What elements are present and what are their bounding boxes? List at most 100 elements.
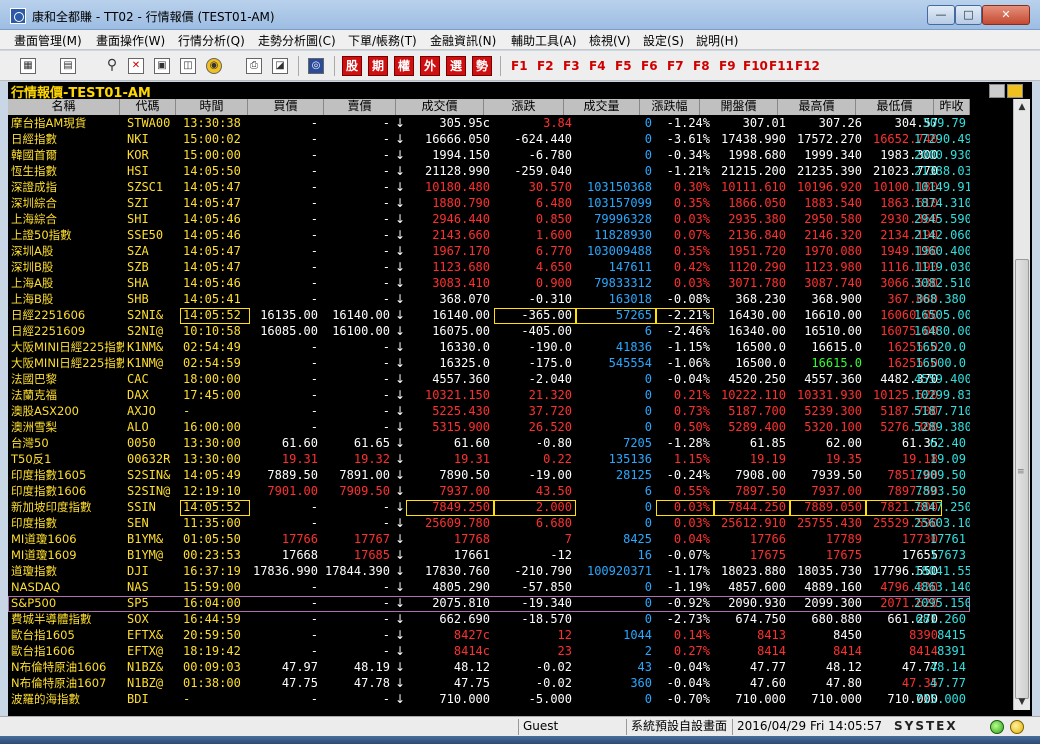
close-window-icon[interactable]: ✕: [128, 58, 144, 74]
f5-key[interactable]: F5: [615, 59, 632, 73]
table-row[interactable]: N布倫特原油1607 N1BZ@ 01:38:00 47.75 47.78 47.75 -0…: [8, 676, 970, 692]
f6-key[interactable]: F6: [641, 59, 658, 73]
restore-panel-icon[interactable]: [989, 84, 1005, 98]
table-row[interactable]: 台灣50 0050 13:30:00 61.60 61.65 61.60 -0.80 7205…: [8, 436, 970, 452]
table-row[interactable]: N布倫特原油1606 N1BZ& 00:09:03 47.97 48.19 48.12 -0…: [8, 660, 970, 676]
menu-screen-operate[interactable]: 畫面操作(W): [96, 32, 165, 49]
globe-icon[interactable]: ◉: [206, 58, 222, 74]
vertical-scrollbar[interactable]: ▲ ≡ ▼: [1013, 99, 1030, 710]
column-header[interactable]: 買價: [248, 99, 324, 115]
column-header[interactable]: 賣價: [324, 99, 396, 115]
table-row[interactable]: 深圳綜合 SZI 14:05:47 - - 1880.790 6.480 103157099 0…: [8, 196, 970, 212]
table-row[interactable]: 澳洲雪梨 ALO 16:00:00 - - 5315.900 26.520 0 0.50% 528…: [8, 420, 970, 436]
table-row[interactable]: 新加坡印度指數 SSIN 14:05:52 - - 7849.250 2.000 0 0.03%…: [8, 500, 970, 516]
table-row[interactable]: 深圳B股 SZB 14:05:47 - - 1123.680 4.650 147611 0.42…: [8, 260, 970, 276]
f4-key[interactable]: F4: [589, 59, 606, 73]
close-button[interactable]: ✕: [982, 5, 1030, 25]
menu-quote-analysis[interactable]: 行情分析(Q): [178, 32, 245, 49]
table-row[interactable]: 上證50指數 SSE50 14:05:46 - - 2143.660 1.600 118289…: [8, 228, 970, 244]
table-row[interactable]: 大阪MINI日經225指數 K1NM@ 02:54:59 - - 16325.0 -175.…: [8, 356, 970, 372]
table-row[interactable]: MI道瓊1606 B1YM& 01:05:50 17766 17767 17768 7 842…: [8, 532, 970, 548]
menu-screen-manage[interactable]: 畫面管理(M): [14, 32, 82, 49]
table-row[interactable]: 歐台指1606 EFTX@ 18:19:42 - - 8414c 23 2 0.27% 8414 8…: [8, 644, 970, 660]
column-header[interactable]: 最高價: [778, 99, 856, 115]
title-bar[interactable]: 康和全都賺 - TT02 - 行情報價 (TEST01-AM) — □ ✕: [0, 0, 1040, 30]
table-row[interactable]: 深證成指 SZSC1 14:05:47 - - 10180.480 30.570 103150…: [8, 180, 970, 196]
f1-key[interactable]: F1: [511, 59, 528, 73]
trend-button[interactable]: 勢: [472, 56, 492, 76]
table-row[interactable]: 波羅的海指數 BDI - - - 710.000 -5.000 0 -0.70% 710.000 7…: [8, 692, 970, 708]
scroll-thumb[interactable]: [1015, 259, 1029, 699]
f10-key[interactable]: F10: [743, 59, 768, 73]
column-header[interactable]: 名稱: [8, 99, 120, 115]
table-row[interactable]: 法蘭克福 DAX 17:45:00 - - 10321.150 21.320 0 0.21% 10…: [8, 388, 970, 404]
table-row[interactable]: 法國巴黎 CAC 18:00:00 - - 4557.360 -2.040 0 -0.04% 45…: [8, 372, 970, 388]
foreign-button[interactable]: 外: [420, 56, 440, 76]
table-row[interactable]: 印度指數1606 S2SIN@ 12:19:10 7901.00 7909.50 7937…: [8, 484, 970, 500]
cell-time: 14:05:46: [183, 276, 241, 290]
table-row[interactable]: 上海A股 SHA 14:05:46 - - 3083.410 0.900 79833312 0.…: [8, 276, 970, 292]
table-row[interactable]: 澳股ASX200 AXJO - - - 5225.430 37.720 0 0.73% 5187.…: [8, 404, 970, 420]
document-icon[interactable]: ▤: [60, 58, 76, 74]
column-header[interactable]: 成交量: [564, 99, 640, 115]
table-row[interactable]: 道瓊指數 DJI 16:37:19 17836.990 17844.390 17830.7…: [8, 564, 970, 580]
table-row[interactable]: 摩台指AM現貨 STWA00 13:30:38 - - 305.95c 3.84 0 -1.24…: [8, 116, 970, 132]
column-header[interactable]: 漲跌: [484, 99, 564, 115]
column-header[interactable]: 開盤價: [700, 99, 778, 115]
table-row[interactable]: 恆生指數 HSI 14:05:50 - - 21128.990 -259.040 0 -1.21…: [8, 164, 970, 180]
table-row[interactable]: 日經2251609 S2NI@ 10:10:58 16085.00 16100.00 16…: [8, 324, 970, 340]
column-header[interactable]: 最低價: [856, 99, 934, 115]
menu-tools[interactable]: 輔助工具(A): [511, 32, 577, 49]
column-header[interactable]: 時間: [176, 99, 248, 115]
f12-key[interactable]: F12: [795, 59, 820, 73]
maximize-button[interactable]: □: [955, 5, 982, 25]
column-header[interactable]: 昨收: [934, 99, 970, 115]
menu-finance-info[interactable]: 金融資訊(N): [430, 32, 496, 49]
table-row[interactable]: 上海綜合 SHI 14:05:46 - - 2946.440 0.850 79996328 0.…: [8, 212, 970, 228]
news-icon[interactable]: ◫: [180, 58, 196, 74]
table-row[interactable]: 大阪MINI日經225指數 K1NM& 02:54:49 - - 16330.0 -190.…: [8, 340, 970, 356]
table-row[interactable]: 歐台指1605 EFTX& 20:59:50 - - 8427c 12 1044 0.14% 84…: [8, 628, 970, 644]
table-row[interactable]: 印度指數1605 S2SIN& 14:05:49 7889.50 7891.00 7890…: [8, 468, 970, 484]
column-header[interactable]: 漲跌幅: [640, 99, 700, 115]
f11-key[interactable]: F11: [769, 59, 794, 73]
search-icon[interactable]: ⚲: [104, 58, 120, 74]
table-row[interactable]: 深圳A股 SZA 14:05:47 - - 1967.170 6.770 103009488 0…: [8, 244, 970, 260]
scroll-down-icon[interactable]: ▼: [1014, 694, 1030, 710]
options-button[interactable]: 權: [394, 56, 414, 76]
table-row[interactable]: 印度指數 SEN 11:35:00 - - 25609.780 6.680 0 0.03% 256…: [8, 516, 970, 532]
print-icon[interactable]: ⎙: [246, 58, 262, 74]
cell-last: 4805.290: [432, 580, 490, 594]
layout-icon[interactable]: ▦: [20, 58, 36, 74]
f9-key[interactable]: F9: [719, 59, 736, 73]
table-row[interactable]: NASDAQ NAS 15:59:00 - - 4805.290 -57.850 0 -1.19…: [8, 580, 970, 596]
column-header[interactable]: 代碼: [120, 99, 176, 115]
select-button[interactable]: 選: [446, 56, 466, 76]
menu-trend-chart[interactable]: 走勢分析圖(C): [258, 32, 336, 49]
f8-key[interactable]: F8: [693, 59, 710, 73]
table-row[interactable]: 日經2251606 S2NI& 14:05:52 16135.00 16140.00 16…: [8, 308, 970, 324]
table-row[interactable]: T50反1 00632R 13:30:00 19.31 19.32 19.31 0.22 13…: [8, 452, 970, 468]
table-row[interactable]: 韓國首爾 KOR 15:00:00 - - 1994.150 -6.780 0 -0.34% 19…: [8, 148, 970, 164]
scroll-up-icon[interactable]: ▲: [1014, 99, 1030, 115]
menu-help[interactable]: 說明(H): [696, 32, 738, 49]
table-row[interactable]: MI道瓊1609 B1YM@ 00:23:53 17668 17685 17661 -12 1…: [8, 548, 970, 564]
futures-button[interactable]: 期: [368, 56, 388, 76]
chart-icon[interactable]: ◪: [272, 58, 288, 74]
logo-icon[interactable]: ◎: [308, 58, 324, 74]
panel-settings-icon[interactable]: [1007, 84, 1023, 98]
menu-order-account[interactable]: 下單/帳務(T): [348, 32, 417, 49]
grid-icon[interactable]: ▣: [154, 58, 170, 74]
table-row[interactable]: 日經指數 NKI 15:00:02 - - 16666.050 -624.440 0 -3.61…: [8, 132, 970, 148]
f3-key[interactable]: F3: [563, 59, 580, 73]
f2-key[interactable]: F2: [537, 59, 554, 73]
menu-settings[interactable]: 設定(S): [643, 32, 684, 49]
column-header[interactable]: 成交價: [396, 99, 484, 115]
minimize-button[interactable]: —: [927, 5, 955, 25]
stock-button[interactable]: 股: [342, 56, 362, 76]
table-row[interactable]: 上海B股 SHB 14:05:41 - - 368.070 -0.310 163018 -0.0…: [8, 292, 970, 308]
table-row[interactable]: S&P500 SP5 16:04:00 - - 2075.810 -19.340 0 -0.92…: [8, 596, 970, 612]
f7-key[interactable]: F7: [667, 59, 684, 73]
table-row[interactable]: 費城半導體指數 SOX 16:44:59 - - 662.690 -18.570 0 -2.73…: [8, 612, 970, 628]
menu-view[interactable]: 檢視(V): [589, 32, 631, 49]
